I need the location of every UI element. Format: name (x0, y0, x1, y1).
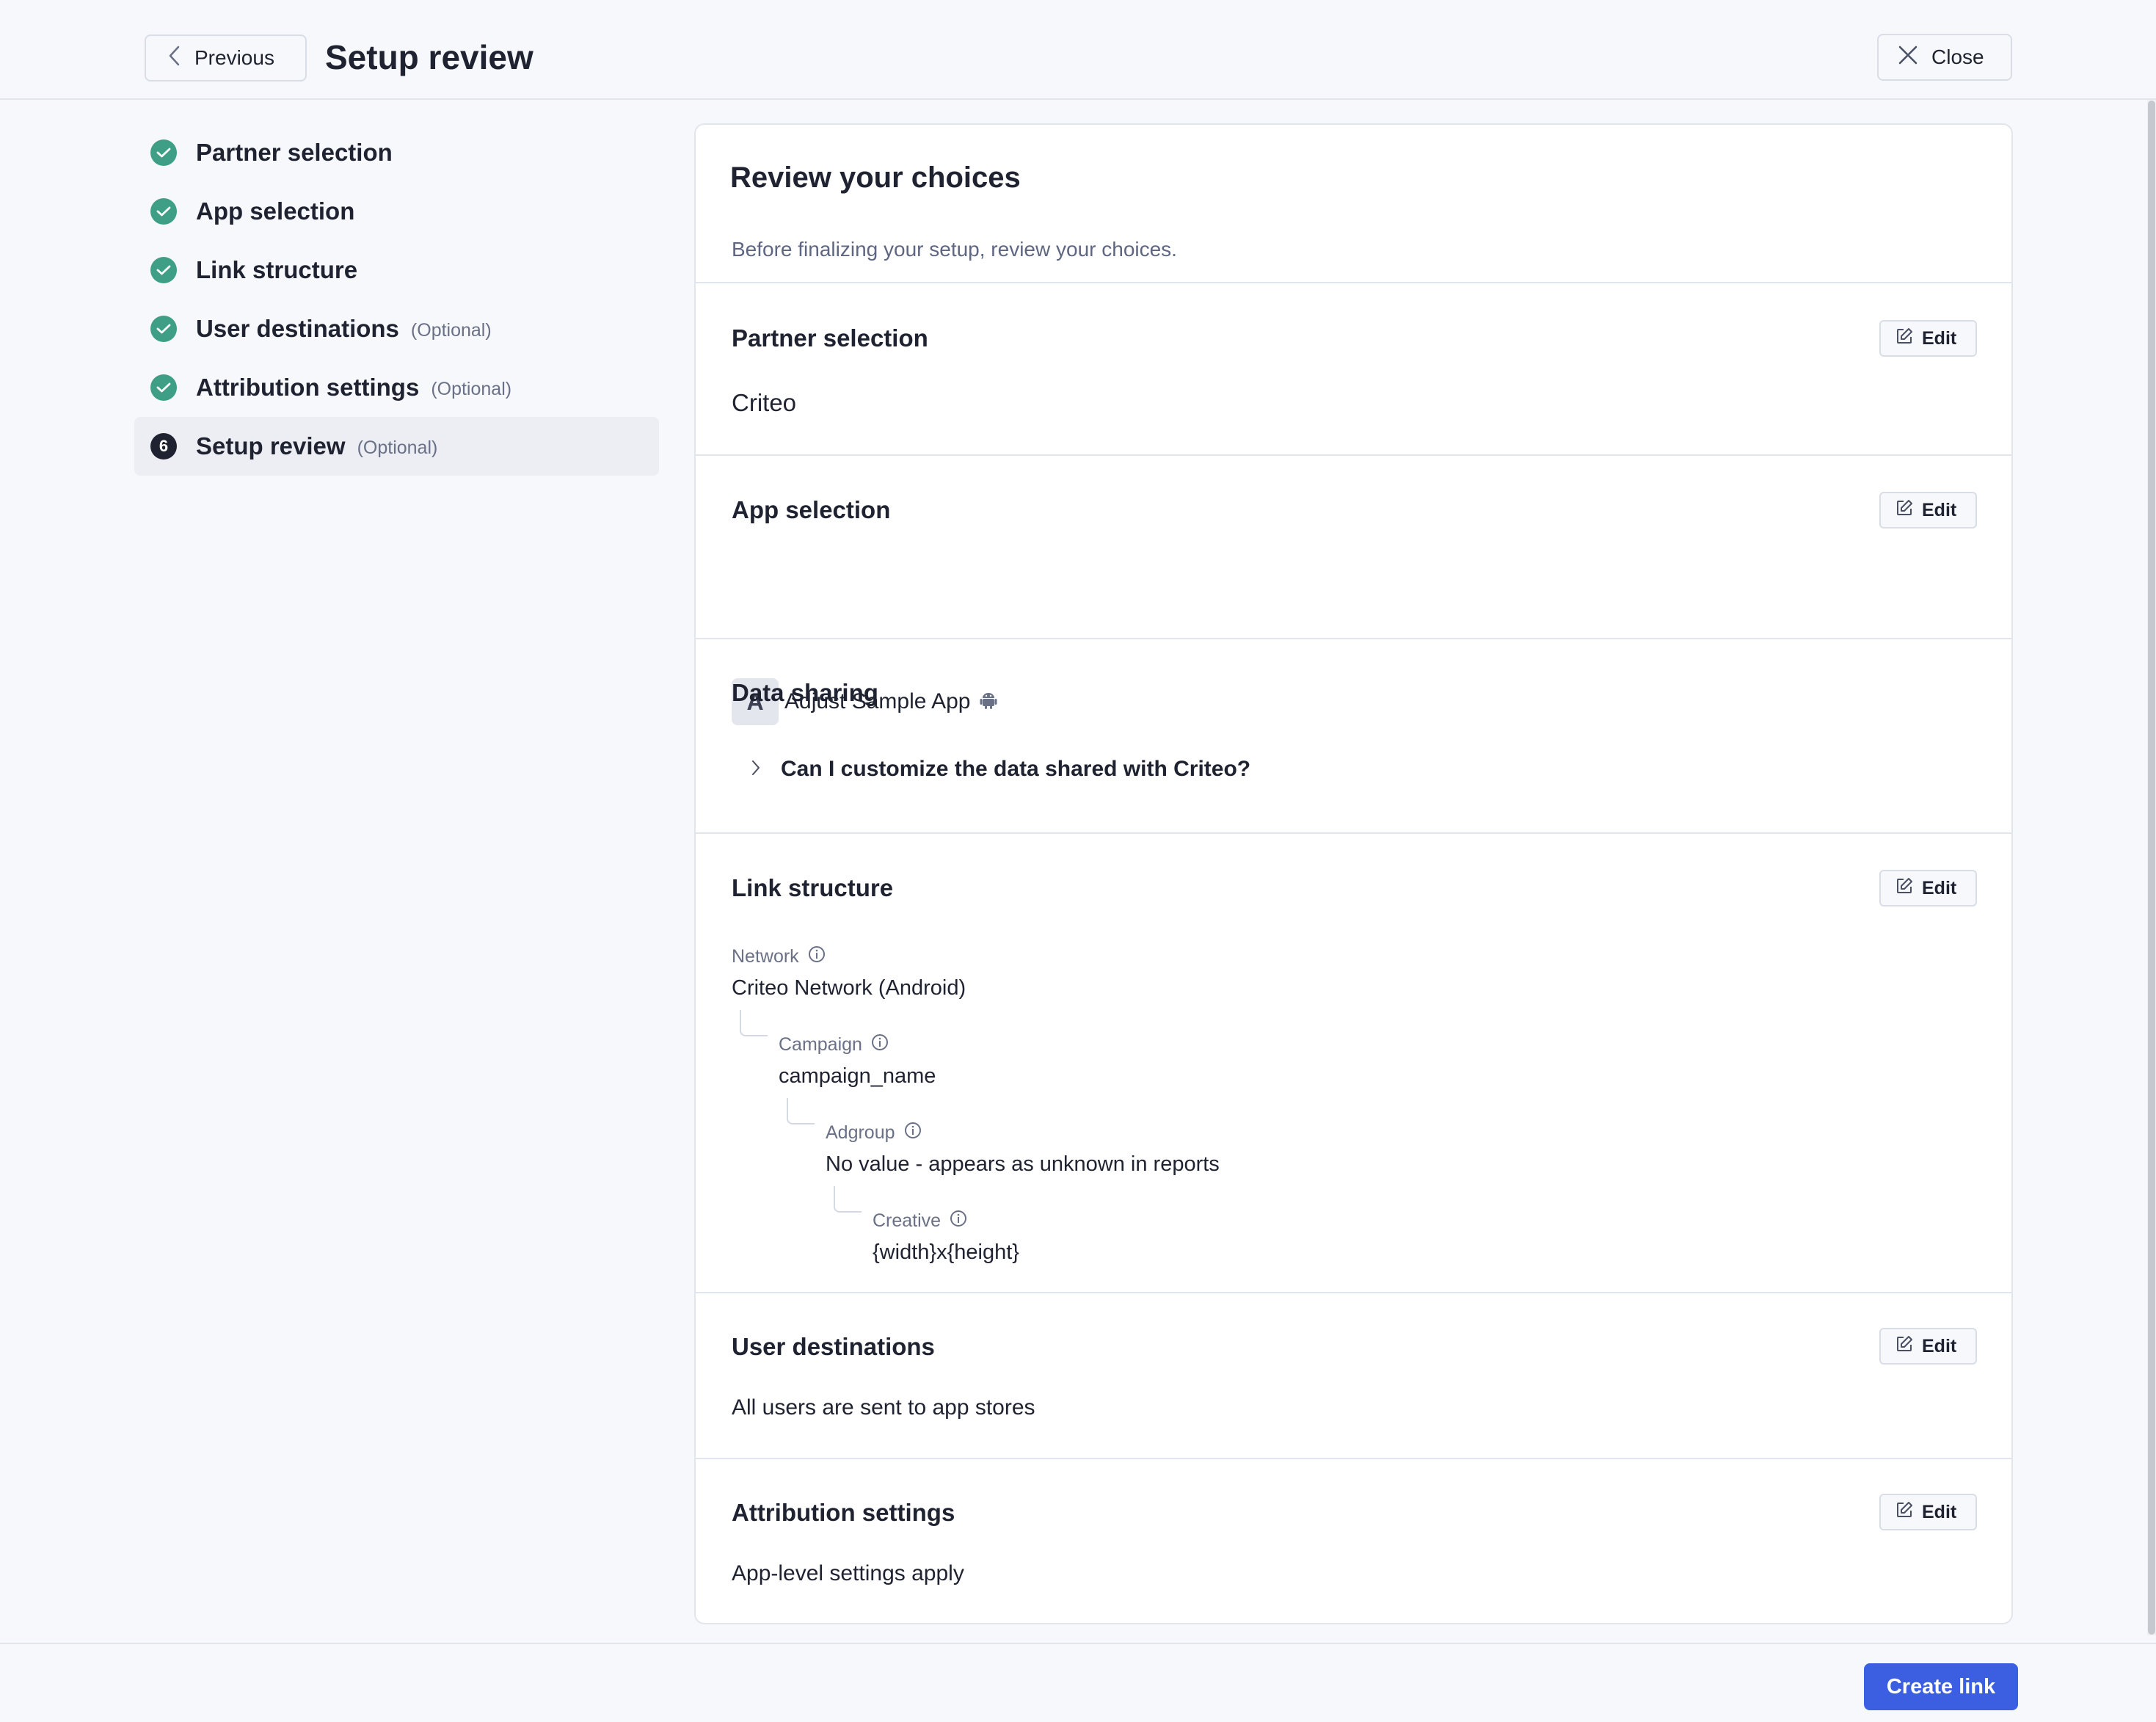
edit-label: Edit (1922, 1501, 1957, 1522)
info-icon[interactable] (799, 945, 826, 968)
step-user-destinations[interactable]: User destinations (Optional) (134, 299, 659, 358)
user-destinations-section: User destinations Edit All users are sen… (696, 1293, 2011, 1459)
edit-label: Edit (1922, 327, 1957, 349)
section-title: App selection (732, 496, 891, 523)
edit-app-button[interactable]: Edit (1879, 492, 1977, 528)
section-title: Link structure (732, 874, 894, 901)
campaign-label-text: Campaign (779, 1034, 862, 1055)
app-selection-section: App selection Edit A Adjust Sample App (696, 456, 2011, 725)
chevron-left-icon (168, 46, 194, 71)
page-title: Setup review (325, 38, 533, 76)
data-sharing-accordion[interactable]: Can I customize the data shared with Cri… (751, 757, 1250, 782)
edit-label: Edit (1922, 877, 1957, 898)
step-optional-tag: (Optional) (410, 319, 492, 341)
info-icon[interactable] (941, 1210, 967, 1232)
close-label: Close (1931, 46, 1984, 68)
step-label: App selection (196, 197, 355, 225)
card-title: Review your choices (730, 161, 1021, 194)
partner-selection-section: Partner selection Edit Criteo (696, 283, 2011, 456)
data-sharing-section: Data sharing Can I customize the data sh… (696, 639, 2011, 834)
creative-label-text: Creative (873, 1210, 942, 1231)
check-circle-icon (150, 198, 177, 225)
step-number-badge: 6 (150, 433, 177, 459)
top-bar: Previous Setup review Close (0, 0, 2156, 100)
check-circle-icon (150, 316, 177, 342)
section-title: Attribution settings (732, 1499, 955, 1526)
link-structure-section: Link structure Edit Network Criteo Netwo… (696, 834, 2011, 1293)
tree-connector (834, 1186, 862, 1213)
review-intro: Review your choices Before finalizing yo… (696, 125, 2011, 283)
step-attribution-settings[interactable]: Attribution settings (Optional) (134, 358, 659, 417)
user-destinations-value: All users are sent to app stores (732, 1395, 1035, 1420)
edit-icon (1895, 327, 1922, 350)
edit-icon (1895, 499, 1922, 522)
scrollbar-thumb[interactable] (2148, 101, 2155, 1635)
step-link-structure[interactable]: Link structure (134, 241, 659, 299)
step-label: Partner selection (196, 139, 393, 166)
create-link-button[interactable]: Create link (1864, 1663, 2018, 1710)
edit-label: Edit (1922, 499, 1957, 520)
edit-attribution-button[interactable]: Edit (1879, 1494, 1977, 1530)
edit-icon (1895, 1501, 1922, 1524)
previous-label: Previous (194, 46, 274, 69)
step-optional-tag: (Optional) (431, 378, 512, 399)
section-title: User destinations (732, 1333, 935, 1360)
step-label: Setup review (196, 432, 346, 459)
check-circle-icon (150, 374, 177, 401)
section-title: Partner selection (732, 324, 928, 352)
review-card: Review your choices Before finalizing yo… (694, 123, 2013, 1624)
partner-value: Criteo (732, 389, 797, 416)
footer-bar: Create link (0, 1643, 2156, 1722)
edit-icon (1895, 877, 1922, 900)
chevron-right-icon (751, 760, 781, 780)
previous-button[interactable]: Previous (145, 34, 307, 81)
edit-user-destinations-button[interactable]: Edit (1879, 1328, 1977, 1365)
adgroup-value: No value - appears as unknown in reports (826, 1152, 1220, 1176)
close-icon (1898, 45, 1931, 70)
network-value: Criteo Network (Android) (732, 976, 966, 1000)
edit-icon (1895, 1335, 1922, 1358)
step-label: User destinations (196, 315, 399, 342)
edit-partner-button[interactable]: Edit (1879, 320, 1977, 357)
network-label: Network (732, 945, 826, 968)
steps-sidebar: Partner selection App selection Link str… (134, 123, 659, 476)
accordion-question: Can I customize the data shared with Cri… (781, 757, 1251, 781)
attribution-settings-section: Attribution settings Edit App-level sett… (696, 1459, 2011, 1623)
info-icon[interactable] (862, 1033, 889, 1056)
step-optional-tag: (Optional) (357, 437, 438, 458)
step-partner-selection[interactable]: Partner selection (134, 123, 659, 182)
close-button[interactable]: Close (1877, 34, 2012, 81)
edit-label: Edit (1922, 1335, 1957, 1356)
section-title: Data sharing (732, 679, 878, 706)
step-label: Attribution settings (196, 374, 420, 401)
info-icon[interactable] (895, 1122, 922, 1144)
tree-connector (740, 1010, 768, 1036)
card-subtitle: Before finalizing your setup, review you… (732, 238, 1177, 261)
check-circle-icon (150, 257, 177, 283)
attribution-value: App-level settings apply (732, 1561, 964, 1585)
edit-link-structure-button[interactable]: Edit (1879, 870, 1977, 907)
creative-value: {width}x{height} (873, 1240, 1019, 1264)
adgroup-label: Adgroup (826, 1122, 922, 1144)
step-app-selection[interactable]: App selection (134, 182, 659, 241)
network-label-text: Network (732, 946, 799, 967)
tree-connector (787, 1098, 815, 1125)
step-label: Link structure (196, 256, 358, 283)
campaign-label: Campaign (779, 1033, 889, 1056)
creative-label: Creative (873, 1210, 967, 1232)
check-circle-icon (150, 139, 177, 166)
campaign-value: campaign_name (779, 1064, 936, 1088)
step-setup-review[interactable]: 6 Setup review (Optional) (134, 417, 659, 476)
adgroup-label-text: Adgroup (826, 1122, 895, 1143)
